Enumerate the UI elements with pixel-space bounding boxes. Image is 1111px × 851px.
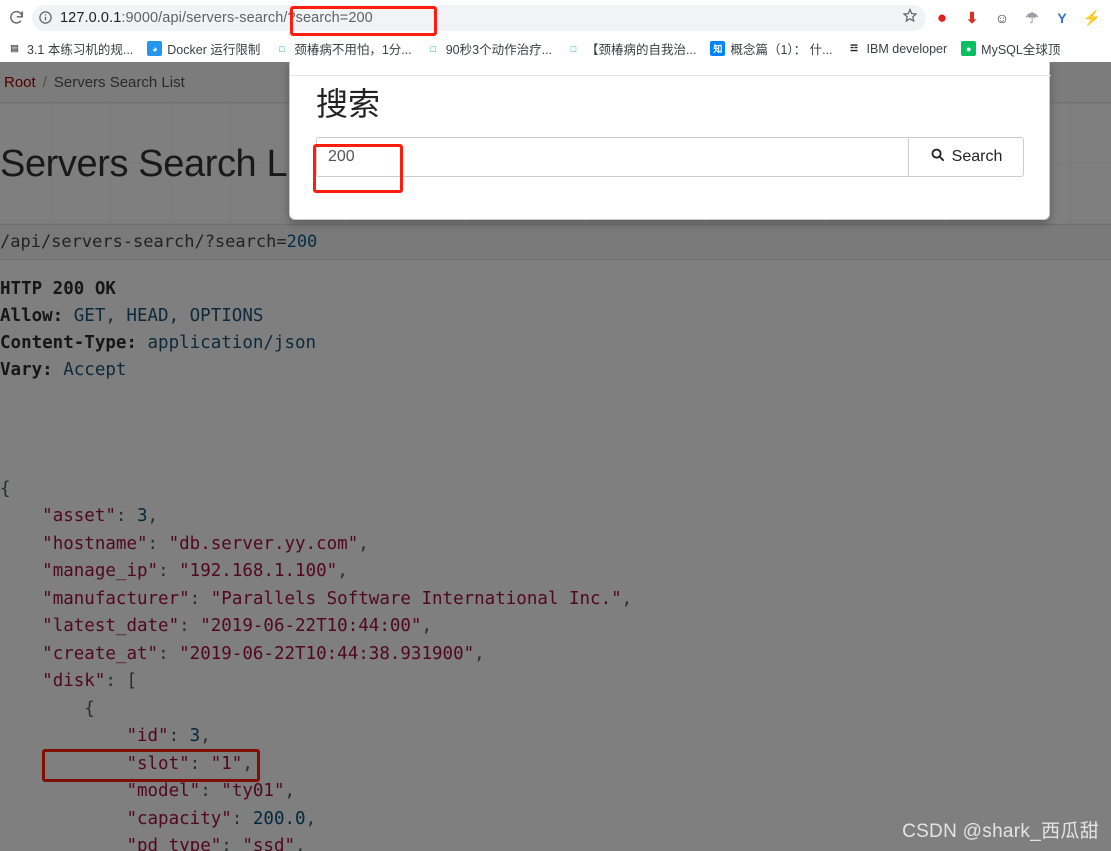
zhihu-icon: 知 (710, 41, 726, 56)
ibm-icon: ☲ (846, 41, 862, 56)
url-path: :9000/api/servers-search/?search=200 (121, 9, 373, 26)
bookmark-item[interactable]: ● MySQL全球顶 (954, 38, 1067, 60)
bookmark-item[interactable]: ◕ Docker 运行限制 (140, 38, 267, 60)
bookmark-item[interactable]: □ 【颈椿病的自我治... (559, 38, 703, 60)
parachute-extension-icon[interactable]: ☂ (1022, 8, 1042, 28)
url-host: 127.0.0.1 (60, 9, 122, 26)
bookmark-label: 颈椿病不用怕，1分... (294, 43, 412, 57)
bookmark-item[interactable]: ▤ 3.1 本练习机的规... (0, 38, 140, 60)
bookmark-star-icon[interactable] (902, 7, 918, 28)
omnibox-row: 127.0.0.1:9000/api/servers-search/?searc… (0, 0, 1111, 36)
search-input[interactable] (316, 137, 908, 177)
bookmark-item[interactable]: 知概念篇（1）： 什... (703, 38, 839, 60)
bilibili-icon: □ (425, 41, 441, 56)
bookmark-item[interactable]: □ 颈椿病不用怕，1分... (267, 38, 418, 60)
modal-title: 搜索 (316, 85, 381, 123)
search-button[interactable]: Search (908, 137, 1024, 177)
wechat-icon: ● (961, 41, 977, 56)
bookmark-label: 【颈椿病的自我治... (586, 43, 697, 57)
browser-chrome: 127.0.0.1:9000/api/servers-search/?searc… (0, 0, 1111, 62)
bookmark-label: 概念篇（1）： 什... (730, 43, 833, 57)
search-button-label: Search (951, 148, 1003, 165)
extensions-tray: ● ⬇ ☺ ☂ Y ⚡ (932, 8, 1111, 28)
flash-extension-icon[interactable]: ⚡ (1082, 8, 1102, 28)
bookmark-item[interactable]: ☲ IBM developer (840, 38, 955, 60)
search-input-group: Search (316, 137, 1024, 177)
bookmark-label: Docker 运行限制 (167, 43, 261, 57)
address-bar[interactable]: 127.0.0.1:9000/api/servers-search/?searc… (32, 4, 926, 36)
bookmarks-bar: ▤ 3.1 本练习机的规... ◕ Docker 运行限制 □ 颈椿病不用怕，1分... □… (0, 35, 1111, 62)
doc-icon: ▤ (7, 41, 22, 56)
user-profile-extension-icon[interactable]: ☺ (992, 8, 1012, 28)
modal-header-divider (290, 75, 1051, 76)
search-modal: 搜索 Search (289, 62, 1051, 220)
watermark: CSDN @shark_西瓜甜 (902, 821, 1099, 842)
bookmark-label: 3.1 本练习机的规... (27, 43, 134, 57)
bookmark-item[interactable]: □ 90秒3个动作治疗... (419, 38, 559, 60)
download-extension-icon[interactable]: ⬇ (962, 8, 982, 28)
docker-icon: ◕ (147, 41, 163, 56)
bookmark-label: 90秒3个动作治疗... (445, 43, 553, 57)
bilibili-icon: □ (566, 41, 582, 56)
reload-icon[interactable] (2, 4, 30, 32)
bilibili-icon: □ (274, 41, 290, 56)
search-icon (930, 147, 945, 167)
yandex-extension-icon[interactable]: Y (1052, 8, 1072, 28)
address-bar-text[interactable]: 127.0.0.1:9000/api/servers-search/?searc… (58, 10, 373, 26)
bookmark-label: IBM developer (866, 41, 948, 56)
site-info-icon[interactable] (32, 5, 58, 31)
modal-body: 搜索 Search (290, 62, 1049, 177)
bookmark-label: MySQL全球顶 (981, 43, 1061, 57)
adblock-extension-icon[interactable]: ● (932, 8, 952, 28)
